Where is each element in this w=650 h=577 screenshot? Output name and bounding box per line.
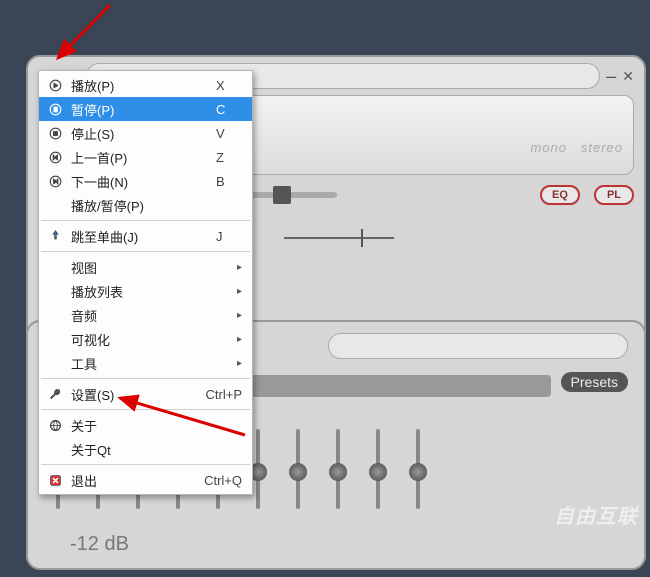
- eq-button[interactable]: EQ: [540, 185, 580, 205]
- wrench-icon: [45, 388, 65, 401]
- menu-item-label: 工具: [65, 354, 237, 373]
- context-menu: 播放(P)X暂停(P)C停止(S)V上一首(P)Z下一曲(N)B播放/暂停(P)…: [38, 70, 253, 495]
- pl-button[interactable]: PL: [594, 185, 634, 205]
- menu-item[interactable]: 下一曲(N)B: [39, 169, 252, 193]
- menu-item-label: 暂停(P): [65, 100, 198, 119]
- menu-item[interactable]: 设置(S)Ctrl+P: [39, 382, 252, 406]
- eq-band-8[interactable]: [330, 429, 346, 529]
- menu-item[interactable]: 停止(S)V: [39, 121, 252, 145]
- jump-icon: [45, 230, 65, 243]
- pause-icon: [45, 103, 65, 116]
- menu-item-label: 播放列表: [65, 282, 237, 301]
- menu-item-label: 视图: [65, 258, 237, 277]
- menu-item-label: 播放/暂停(P): [65, 196, 198, 215]
- menu-item-label: 跳至单曲(J): [65, 227, 198, 246]
- menu-item-shortcut: Z: [198, 150, 242, 165]
- menu-separator: [41, 220, 250, 221]
- eq-band-10[interactable]: [410, 429, 426, 529]
- menu-item-shortcut: X: [198, 78, 242, 93]
- menu-item-label: 上一首(P): [65, 148, 198, 167]
- menu-item[interactable]: 播放列表▸: [39, 279, 252, 303]
- menu-separator: [41, 378, 250, 379]
- stereo-label: stereo: [581, 140, 623, 155]
- menu-item-shortcut: Ctrl+P: [188, 387, 242, 402]
- menu-item-shortcut: B: [198, 174, 242, 189]
- submenu-arrow-icon: ▸: [237, 262, 242, 273]
- menu-item[interactable]: 工具▸: [39, 351, 252, 375]
- globe-icon: [45, 419, 65, 432]
- menu-item-label: 播放(P): [65, 76, 198, 95]
- menu-item-label: 关于Qt: [65, 440, 198, 459]
- submenu-arrow-icon: ▸: [237, 286, 242, 297]
- menu-item[interactable]: 退出Ctrl+Q: [39, 468, 252, 492]
- menu-item[interactable]: 跳至单曲(J)J: [39, 224, 252, 248]
- menu-item[interactable]: 上一首(P)Z: [39, 145, 252, 169]
- eq-db-label: -12 dB: [70, 533, 628, 556]
- menu-item-label: 下一曲(N): [65, 172, 198, 191]
- menu-item[interactable]: 视图▸: [39, 255, 252, 279]
- menu-item-shortcut: V: [198, 126, 242, 141]
- submenu-arrow-icon: ▸: [237, 334, 242, 345]
- menu-item-shortcut: J: [198, 229, 242, 244]
- menu-item-label: 设置(S): [65, 385, 188, 404]
- eq-title-decor: [328, 333, 628, 359]
- menu-separator: [41, 464, 250, 465]
- menu-item[interactable]: 暂停(P)C: [39, 97, 252, 121]
- menu-item-label: 关于: [65, 416, 198, 435]
- menu-item-shortcut: C: [198, 102, 242, 117]
- mono-label: mono: [530, 140, 567, 155]
- next-icon: [45, 175, 65, 188]
- play-icon: [45, 79, 65, 92]
- eq-band-9[interactable]: [370, 429, 386, 529]
- menu-item[interactable]: 音频▸: [39, 303, 252, 327]
- menu-separator: [41, 409, 250, 410]
- eq-band-7[interactable]: [290, 429, 306, 529]
- menu-item-label: 退出: [65, 471, 186, 490]
- menu-item[interactable]: 播放/暂停(P): [39, 193, 252, 217]
- menu-item[interactable]: 关于: [39, 413, 252, 437]
- prev-icon: [45, 151, 65, 164]
- menu-item[interactable]: 播放(P)X: [39, 73, 252, 97]
- close-button[interactable]: ✕: [622, 68, 634, 85]
- presets-button[interactable]: Presets: [561, 372, 628, 392]
- submenu-arrow-icon: ▸: [237, 358, 242, 369]
- exit-icon: [45, 474, 65, 487]
- submenu-arrow-icon: ▸: [237, 310, 242, 321]
- menu-item[interactable]: 可视化▸: [39, 327, 252, 351]
- menu-item[interactable]: 关于Qt: [39, 437, 252, 461]
- menu-item-label: 停止(S): [65, 124, 198, 143]
- minimize-button[interactable]: –: [606, 66, 616, 87]
- menu-item-label: 音频: [65, 306, 237, 325]
- seek-slider-b[interactable]: [284, 237, 394, 239]
- menu-separator: [41, 251, 250, 252]
- menu-item-shortcut: Ctrl+Q: [186, 473, 242, 488]
- stop-icon: [45, 127, 65, 140]
- menu-item-label: 可视化: [65, 330, 237, 349]
